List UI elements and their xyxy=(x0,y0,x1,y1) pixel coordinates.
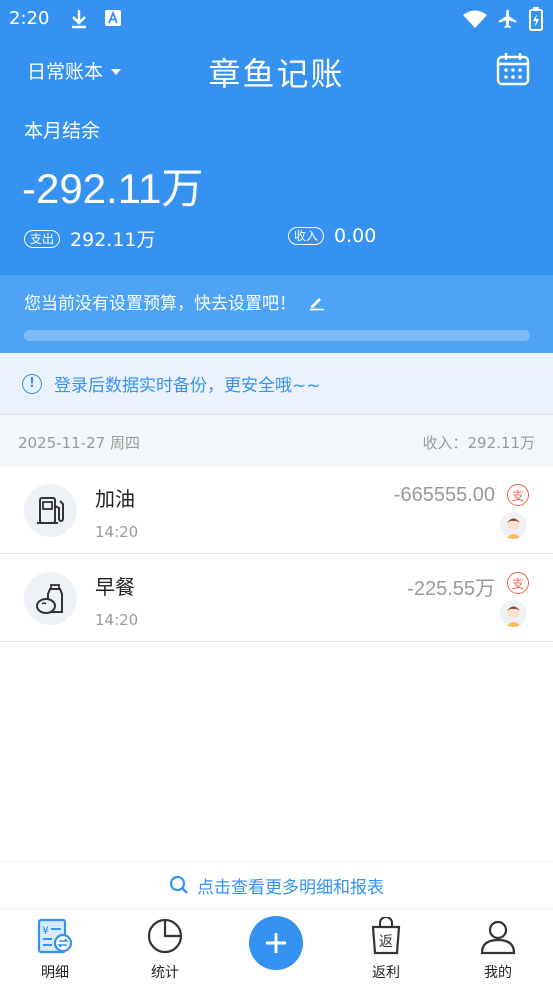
download-icon xyxy=(72,10,86,29)
avatar xyxy=(500,600,527,627)
font-a-icon xyxy=(105,10,121,26)
tab-label: 明细 xyxy=(41,965,69,981)
tab-label: 我的 xyxy=(484,965,512,981)
day-group-header: 2025-11-27 周四 收入：292.11万 xyxy=(0,415,553,467)
record-time: 14:20 xyxy=(95,611,139,629)
record-time: 14:20 xyxy=(95,523,139,541)
tab-label: 返利 xyxy=(372,965,400,981)
more-details-link[interactable]: 点击查看更多明细和报表 xyxy=(0,861,553,909)
calendar-icon[interactable] xyxy=(496,52,530,86)
battery-icon xyxy=(529,7,543,31)
notice-text: 登录后数据实时备份，更安全哦~~ xyxy=(54,376,321,396)
plus-icon xyxy=(266,933,286,953)
user-icon xyxy=(478,916,518,956)
info-icon: ! xyxy=(22,373,42,394)
list-item[interactable]: 早餐 14:20 -225.55万 支 xyxy=(0,555,553,642)
tab-statistics[interactable]: 统计 xyxy=(110,910,220,984)
balance-value: -292.11万 xyxy=(22,165,204,212)
rebate-badge: 返 xyxy=(379,934,393,950)
record-title: 早餐 xyxy=(95,575,135,599)
budget-message: 您当前没有设置预算，快去设置吧！ xyxy=(24,294,296,314)
day-date: 2025-11-27 周四 xyxy=(18,434,140,452)
airplane-icon xyxy=(498,9,517,29)
record-amount: -665555.00 xyxy=(393,484,495,506)
summary-header: 2:20 日常账本 章鱼记账 本月结余 -292.11万 支出 292.11万 … xyxy=(0,0,553,275)
app-title: 章鱼记账 xyxy=(208,55,345,93)
shopping-bag-icon: 返 xyxy=(366,916,406,956)
record-title: 加油 xyxy=(95,487,135,511)
balance-label: 本月结余 xyxy=(24,120,101,142)
month-income: 收入 0.00 xyxy=(288,225,376,247)
tab-label: 统计 xyxy=(151,965,179,981)
budget-progress-bar xyxy=(24,330,530,341)
tab-details[interactable]: ¥ 明细 xyxy=(0,910,110,984)
day-summary: 收入：292.11万 xyxy=(422,434,536,452)
bottom-tab-bar: ¥ 明细 统计 返 返利 我的 xyxy=(0,910,553,984)
pencil-icon xyxy=(310,297,324,310)
expense-tag: 支出 xyxy=(24,229,61,248)
month-expense: 支出 292.11万 xyxy=(24,225,156,252)
budget-prompt[interactable]: 您当前没有设置预算，快去设置吧！ xyxy=(24,289,326,314)
add-record-button[interactable] xyxy=(249,916,303,970)
backup-notice[interactable]: ! 登录后数据实时备份，更安全哦~~ xyxy=(0,353,553,415)
status-time: 2:20 xyxy=(9,8,50,29)
pie-chart-icon xyxy=(145,916,185,956)
more-details-label: 点击查看更多明细和报表 xyxy=(197,877,384,898)
breakfast-icon xyxy=(24,572,77,625)
search-icon xyxy=(169,875,188,894)
record-amount: -225.55万 xyxy=(407,578,495,600)
budget-panel[interactable]: 您当前没有设置预算，快去设置吧！ xyxy=(0,275,553,353)
tab-profile[interactable]: 我的 xyxy=(443,910,553,984)
list-item[interactable]: 加油 14:20 -665555.00 支 xyxy=(0,467,553,554)
expense-type-tag: 支 xyxy=(507,484,529,506)
wifi-icon xyxy=(463,10,487,28)
svg-text:¥: ¥ xyxy=(42,924,49,937)
avatar xyxy=(500,512,527,539)
expense-value: 292.11万 xyxy=(70,229,156,251)
ledger-icon: ¥ xyxy=(35,916,75,956)
tab-rebate[interactable]: 返 返利 xyxy=(331,910,441,984)
expense-type-tag: 支 xyxy=(507,572,529,594)
fuel-pump-icon xyxy=(24,484,77,537)
income-value: 0.00 xyxy=(334,225,377,247)
income-tag: 收入 xyxy=(288,227,325,245)
status-bar: 2:20 xyxy=(0,0,553,38)
